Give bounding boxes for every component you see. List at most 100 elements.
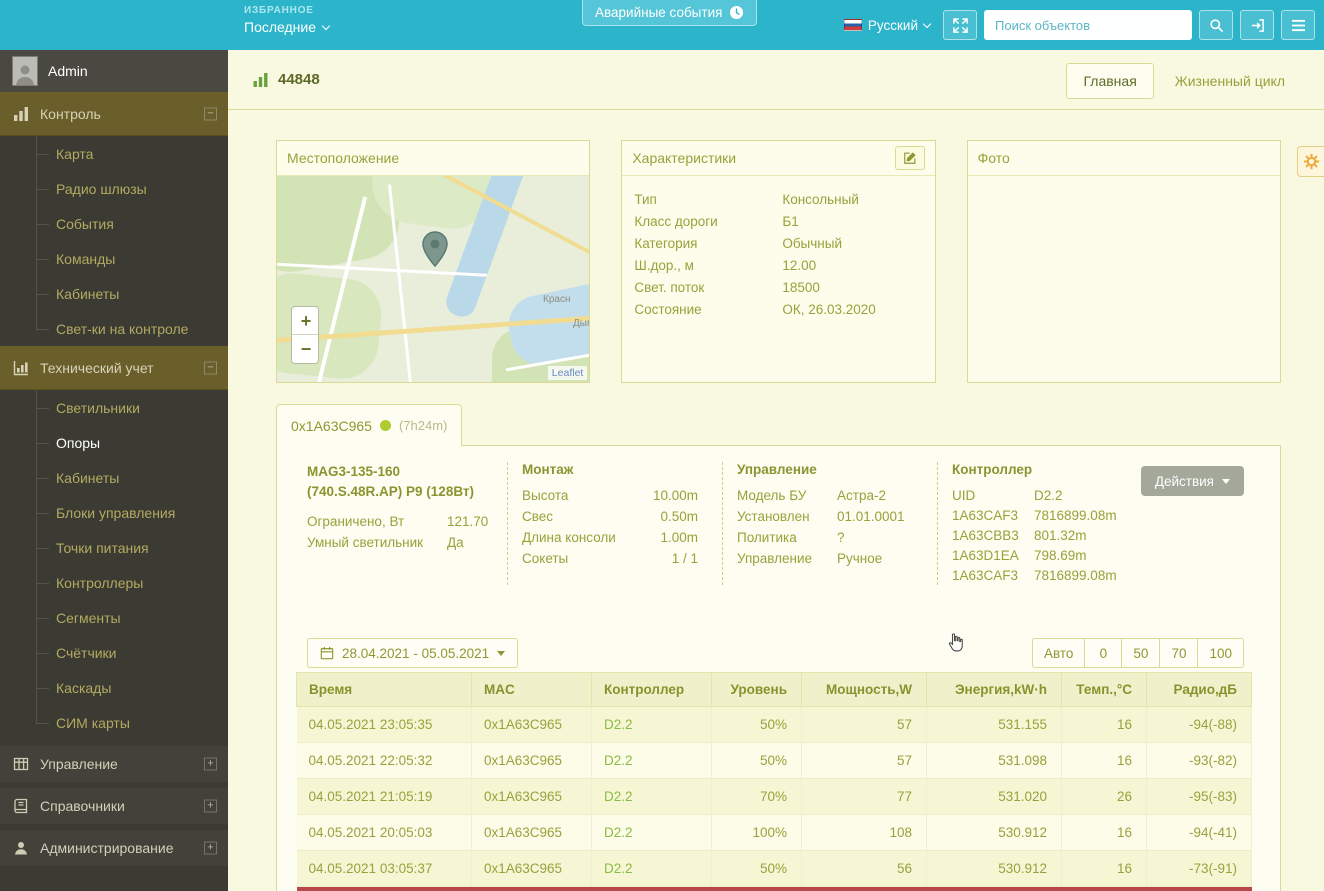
search-button[interactable] bbox=[1199, 10, 1233, 40]
language-selector[interactable]: Русский bbox=[843, 17, 932, 33]
users-icon bbox=[12, 839, 30, 857]
page-size-50[interactable]: 50 bbox=[1121, 638, 1161, 668]
edit-button[interactable] bbox=[894, 146, 925, 170]
sidebar-section-administration[interactable]: Администрирование + bbox=[0, 830, 228, 866]
logout-button[interactable] bbox=[1240, 10, 1274, 40]
control-title: Управление bbox=[737, 462, 817, 477]
char-row: Свет. поток 18500 bbox=[634, 279, 820, 295]
sidebar-section-management[interactable]: Управление + bbox=[0, 746, 228, 782]
fullscreen-button[interactable] bbox=[943, 10, 977, 40]
sidebar-section-references[interactable]: Справочники + bbox=[0, 788, 228, 824]
tab-lifecycle[interactable]: Жизненный цикл bbox=[1158, 63, 1302, 99]
topbar: ИЗБРАННОЕ Последние Аварийные события Ру… bbox=[0, 0, 1324, 50]
page-size-100[interactable]: 100 bbox=[1197, 638, 1244, 668]
sidebar-item-poles[interactable]: Опоры bbox=[0, 425, 228, 460]
date-range-button[interactable]: 28.04.2021 - 05.05.2021 bbox=[307, 638, 519, 668]
sidebar-item-meters[interactable]: Счётчики bbox=[0, 635, 228, 670]
item-label: Карта bbox=[56, 145, 94, 162]
info-row: Модель БУ Астра-2 bbox=[737, 488, 886, 503]
chevron-down-icon bbox=[321, 21, 331, 30]
info-row: Сокеты 1 / 1 bbox=[522, 551, 698, 566]
logout-icon bbox=[1251, 18, 1264, 32]
sidebar-item-lights-monitored[interactable]: Свет-ки на контроле bbox=[0, 311, 228, 346]
sidebar-item-luminaires[interactable]: Светильники bbox=[0, 390, 228, 425]
sidebar-item-power-points[interactable]: Точки питания bbox=[0, 530, 228, 565]
controller-link[interactable]: D2.2 bbox=[604, 717, 633, 732]
zoom-in-button[interactable]: + bbox=[292, 307, 318, 335]
section-label: Справочники bbox=[40, 798, 125, 814]
sidebar-item-events[interactable]: События bbox=[0, 206, 228, 241]
col-time: Время bbox=[296, 672, 472, 707]
book-icon bbox=[12, 797, 30, 815]
sidebar-section-tech-accounting[interactable]: Технический учет − bbox=[0, 346, 228, 390]
sidebar-item-control-units[interactable]: Блоки управления bbox=[0, 495, 228, 530]
device-tab[interactable]: 0x1A63C965 (7h24m) bbox=[276, 404, 463, 446]
table-row: 04.05.2021 03:05:37 0x1A63C965 D2.2 50% … bbox=[296, 850, 1252, 887]
info-row: 1A63D1EA 798.69m bbox=[952, 547, 1087, 563]
table-row: 04.05.2021 20:05:03 0x1A63C965 D2.2 100%… bbox=[296, 814, 1252, 851]
controller-link[interactable]: D2.2 bbox=[604, 789, 633, 804]
user-name: Admin bbox=[48, 63, 88, 79]
controller-link[interactable]: D2.2 bbox=[604, 753, 633, 768]
panel-title: Местоположение bbox=[287, 150, 400, 166]
cursor-pointer-icon bbox=[948, 633, 963, 652]
panel-title: Фото bbox=[977, 150, 1010, 166]
controller-link[interactable]: D2.2 bbox=[604, 861, 633, 876]
settings-tab[interactable] bbox=[1297, 146, 1324, 177]
panel-location: Местоположение Красн Дым bbox=[276, 140, 591, 383]
collapse-icon[interactable]: − bbox=[204, 107, 217, 120]
col-controller: Контроллер bbox=[591, 672, 712, 707]
zoom-out-button[interactable]: − bbox=[292, 335, 318, 363]
map[interactable]: Красн Дым + − Leaflet bbox=[277, 176, 590, 382]
sidebar-item-map[interactable]: Карта bbox=[0, 136, 228, 171]
actions-button[interactable]: Действия bbox=[1140, 466, 1244, 496]
panel-photo: Фото bbox=[966, 140, 1281, 383]
language-label: Русский bbox=[867, 17, 918, 33]
page-size-0[interactable]: 0 bbox=[1084, 638, 1123, 668]
sidebar-item-cabinets2[interactable]: Кабинеты bbox=[0, 460, 228, 495]
table-row: 04.05.2021 21:05:19 0x1A63C965 D2.2 70% … bbox=[296, 778, 1252, 815]
calendar-icon bbox=[320, 646, 334, 660]
table-row-alarm bbox=[296, 886, 1252, 891]
menu-button[interactable] bbox=[1281, 10, 1315, 40]
sidebar-item-segments[interactable]: Сегменты bbox=[0, 600, 228, 635]
favorites-dropdown[interactable]: ИЗБРАННОЕ Последние bbox=[244, 5, 331, 35]
item-label: Точки питания bbox=[56, 539, 149, 556]
map-marker-icon[interactable] bbox=[422, 231, 448, 267]
item-label: Светильники bbox=[56, 399, 140, 416]
page-size-70[interactable]: 70 bbox=[1159, 638, 1199, 668]
search-input[interactable] bbox=[984, 10, 1192, 40]
sidebar-item-cascades[interactable]: Каскады bbox=[0, 670, 228, 705]
expand-icon[interactable]: + bbox=[204, 799, 217, 813]
item-label: Кабинеты bbox=[56, 469, 120, 486]
zoom-control: + − bbox=[291, 306, 319, 364]
map-label: Красн bbox=[543, 294, 571, 305]
map-attribution[interactable]: Leaflet bbox=[547, 366, 588, 380]
device-info: MAG3-135-160 (740.S.48R.AP) P9 (128Вт) О… bbox=[307, 462, 1151, 585]
info-row: Свес 0.50m bbox=[522, 509, 698, 524]
sidebar-item-cabinets[interactable]: Кабинеты bbox=[0, 276, 228, 311]
controller-link[interactable]: D2.2 bbox=[604, 825, 633, 840]
expand-icon[interactable]: + bbox=[204, 757, 217, 771]
user-panel[interactable]: Admin bbox=[0, 50, 228, 92]
page-size-auto[interactable]: Авто bbox=[1031, 638, 1086, 668]
alarm-events-label: Аварийные события bbox=[595, 5, 723, 20]
col-energy: Энергия,kW·h bbox=[926, 672, 1062, 707]
sidebar-item-sim-cards[interactable]: СИМ карты bbox=[0, 705, 228, 740]
collapse-icon[interactable]: − bbox=[204, 361, 217, 374]
sidebar-item-radio-gateways[interactable]: Радио шлюзы bbox=[0, 171, 228, 206]
sidebar-item-commands[interactable]: Команды bbox=[0, 241, 228, 276]
sidebar-section-control[interactable]: Контроль − bbox=[0, 92, 228, 136]
char-row: Тип Консольный bbox=[634, 191, 859, 207]
alarm-events-button[interactable]: Аварийные события bbox=[582, 0, 758, 26]
status-dot bbox=[379, 420, 391, 431]
sidebar-item-controllers[interactable]: Контроллеры bbox=[0, 565, 228, 600]
expand-icon[interactable]: + bbox=[204, 841, 217, 855]
map-label: Дым bbox=[573, 318, 589, 329]
info-row: Длина консоли 1.00m bbox=[522, 530, 698, 545]
section-label: Контроль bbox=[40, 105, 101, 122]
col-mac: MAC bbox=[471, 672, 592, 707]
tab-main[interactable]: Главная bbox=[1066, 63, 1154, 99]
caret-down-icon bbox=[497, 650, 506, 656]
col-temp: Темп.,°C bbox=[1061, 672, 1147, 707]
